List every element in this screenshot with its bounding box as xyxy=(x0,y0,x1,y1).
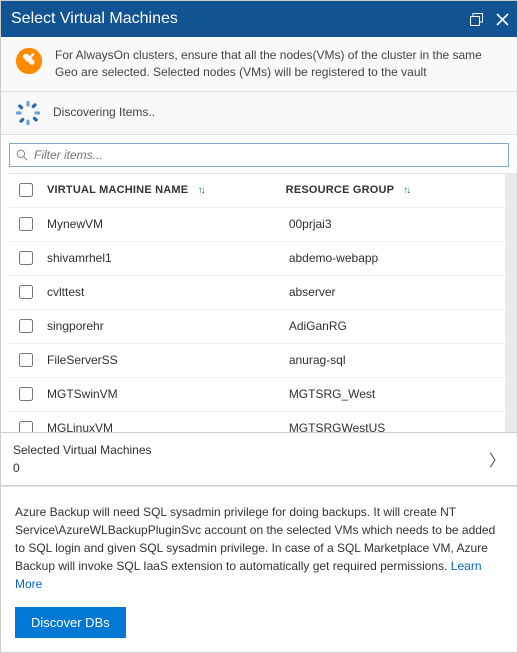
close-icon[interactable] xyxy=(495,12,509,26)
column-header-name[interactable]: VIRTUAL MACHINE NAME ↑↓ xyxy=(43,184,282,196)
spinner-icon xyxy=(15,100,41,126)
column-header-resource-group[interactable]: RESOURCE GROUP ↑↓ xyxy=(282,184,499,196)
table-row[interactable]: MGTSwinVM MGTSRG_West xyxy=(9,378,505,412)
vm-name-cell: cvlttest xyxy=(43,285,285,299)
selected-summary[interactable]: Selected Virtual Machines 0 〉 xyxy=(1,432,517,486)
title-bar-text: Select Virtual Machines xyxy=(11,10,469,28)
discover-dbs-button[interactable]: Discover DBs xyxy=(15,607,126,638)
sort-icon: ↑↓ xyxy=(198,185,204,196)
resource-group-cell: 00prjai3 xyxy=(285,217,505,231)
row-checkbox[interactable] xyxy=(19,285,33,299)
table-header: VIRTUAL MACHINE NAME ↑↓ RESOURCE GROUP ↑… xyxy=(9,174,505,208)
vm-name-cell: MGTSwinVM xyxy=(43,387,285,401)
vm-table: ︿ VIRTUAL MACHINE NAME ↑↓ RESOURCE GROUP… xyxy=(9,173,517,432)
footer-note-text: Azure Backup will need SQL sysadmin priv… xyxy=(15,505,495,573)
vm-name-cell: MGLinuxVM xyxy=(43,421,285,432)
table-row[interactable]: MGLinuxVM MGTSRGWestUS xyxy=(9,412,505,432)
selected-count: 0 xyxy=(13,459,152,477)
vm-name-cell: singporehr xyxy=(43,319,285,333)
selected-label: Selected Virtual Machines xyxy=(13,441,152,459)
resource-group-cell: AdiGanRG xyxy=(285,319,505,333)
resource-group-cell: abserver xyxy=(285,285,505,299)
table-row[interactable]: cvlttest abserver xyxy=(9,276,505,310)
resource-group-cell: MGTSRGWestUS xyxy=(285,421,505,432)
sort-icon: ↑↓ xyxy=(403,185,409,196)
column-header-name-label: VIRTUAL MACHINE NAME xyxy=(47,184,188,196)
restore-window-icon[interactable] xyxy=(469,12,483,26)
select-all-checkbox[interactable] xyxy=(19,183,33,197)
row-checkbox[interactable] xyxy=(19,319,33,333)
search-icon xyxy=(16,149,28,161)
table-row[interactable]: FileServerSS anurag-sql xyxy=(9,344,505,378)
vm-name-cell: shivamrhel1 xyxy=(43,251,285,265)
table-row[interactable]: singporehr AdiGanRG xyxy=(9,310,505,344)
resource-group-cell: abdemo-webapp xyxy=(285,251,505,265)
row-checkbox[interactable] xyxy=(19,251,33,265)
discovering-banner: Discovering Items.. xyxy=(1,92,517,135)
resource-group-cell: anurag-sql xyxy=(285,353,505,367)
vm-name-cell: FileServerSS xyxy=(43,353,285,367)
row-checkbox[interactable] xyxy=(19,217,33,231)
title-bar: Select Virtual Machines xyxy=(1,1,517,37)
footer: Azure Backup will need SQL sysadmin priv… xyxy=(1,486,517,652)
tools-icon xyxy=(15,47,43,75)
footer-note: Azure Backup will need SQL sysadmin priv… xyxy=(15,503,503,593)
discovering-text: Discovering Items.. xyxy=(53,104,155,121)
table-row[interactable]: shivamrhel1 abdemo-webapp xyxy=(9,242,505,276)
info-banner: For AlwaysOn clusters, ensure that all t… xyxy=(1,37,517,92)
chevron-right-icon[interactable]: 〉 xyxy=(489,447,505,471)
row-checkbox[interactable] xyxy=(19,353,33,367)
scroll-up-icon[interactable]: ︿ xyxy=(505,173,517,174)
table-row[interactable]: MynewVM 00prjai3 xyxy=(9,208,505,242)
vm-name-cell: MynewVM xyxy=(43,217,285,231)
filter-input[interactable] xyxy=(34,144,508,166)
resource-group-cell: MGTSRG_West xyxy=(285,387,505,401)
row-checkbox[interactable] xyxy=(19,387,33,401)
row-checkbox[interactable] xyxy=(19,421,33,432)
info-banner-text: For AlwaysOn clusters, ensure that all t… xyxy=(55,47,503,81)
column-header-rg-label: RESOURCE GROUP xyxy=(286,184,394,196)
filter-container xyxy=(9,143,509,167)
